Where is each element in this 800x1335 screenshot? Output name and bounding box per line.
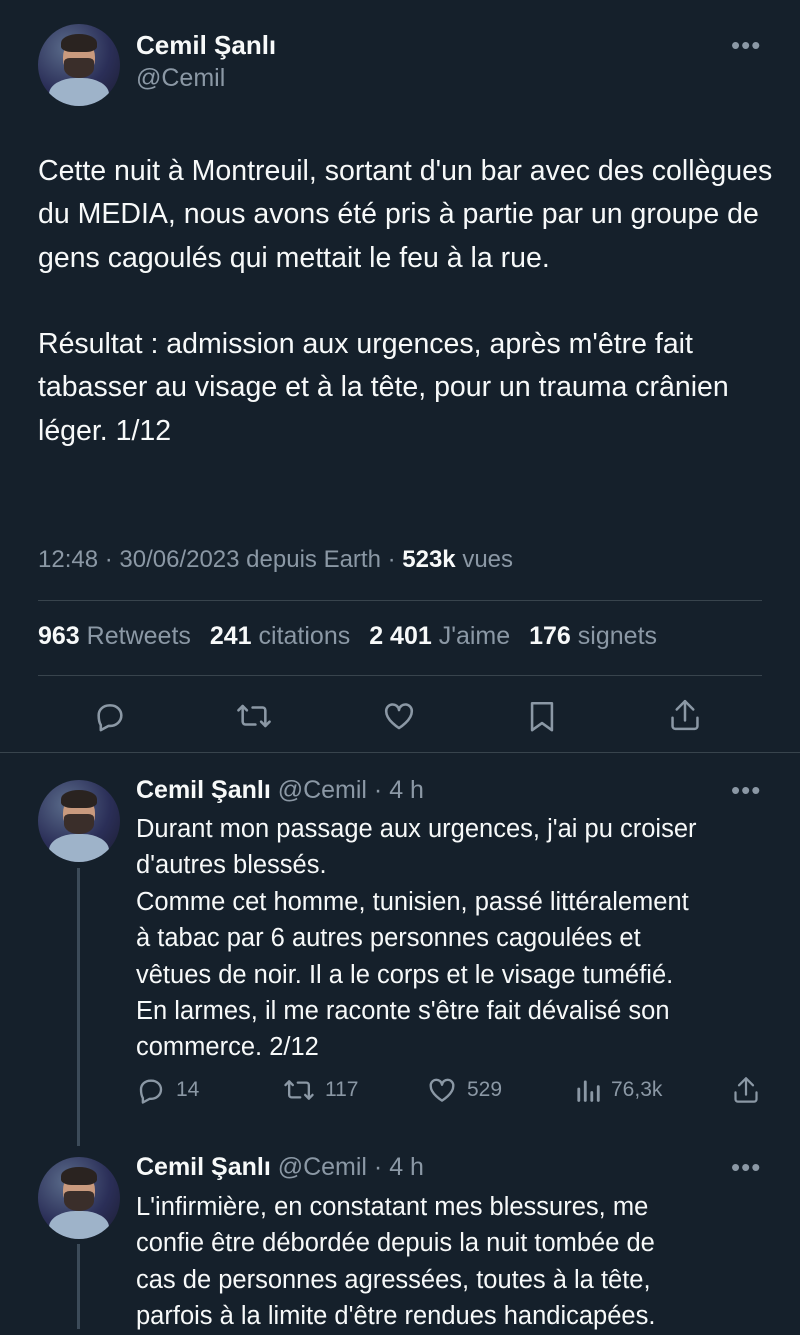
thread-line	[77, 868, 80, 1146]
more-options-icon[interactable]: •••	[731, 1154, 761, 1180]
thread-line	[77, 1244, 80, 1329]
views-label: vues	[455, 546, 514, 573]
reply-text: L'infirmière, en constatant mes blessure…	[136, 1189, 655, 1335]
text-line: cas de personnes agressées, toutes à la …	[136, 1265, 651, 1294]
text-line: En larmes, il me raconte s'être fait dév…	[136, 997, 670, 1026]
share-icon[interactable]	[668, 697, 702, 733]
author-name[interactable]: Cemil Şanlı	[136, 776, 271, 804]
reply-meta: @Cemil · 4 h	[277, 776, 424, 804]
tweet-text-paragraph-2: Résultat : admission aux urgences, après…	[38, 328, 729, 447]
reply-icon[interactable]	[93, 699, 127, 733]
text-line: à tabac par 6 autres personnes cagoulées…	[136, 924, 641, 953]
avatar[interactable]	[38, 780, 120, 862]
views-count: 523k	[402, 546, 456, 573]
reply-header: Cemil Şanlı @Cemil · 4 h	[136, 776, 424, 805]
text-line: parfois à la limite d'être rendues handi…	[136, 1302, 656, 1331]
view-count[interactable]: 76,3k	[575, 1075, 662, 1105]
heart-icon[interactable]	[382, 699, 416, 733]
author-handle[interactable]: @Cemil	[136, 64, 225, 93]
retweet-icon[interactable]	[235, 699, 273, 733]
avatar[interactable]	[38, 24, 120, 106]
views-icon	[575, 1075, 601, 1105]
quotes-stat[interactable]: 241 citations	[210, 622, 350, 650]
heart-icon	[427, 1075, 457, 1105]
more-options-icon[interactable]: •••	[731, 777, 761, 803]
engagement-stats: 963 Retweets 241 citations 2 401 J'aime …	[38, 622, 657, 651]
reply-meta: @Cemil · 4 h	[277, 1153, 424, 1181]
reply-icon	[136, 1075, 166, 1105]
text-line: vêtues de noir. Il a le corps et le visa…	[136, 960, 674, 989]
retweet-icon	[283, 1075, 315, 1105]
reply-header: Cemil Şanlı @Cemil · 4 h	[136, 1153, 424, 1182]
text-line: Comme cet homme, tunisien, passé littéra…	[136, 887, 689, 916]
tweet-timestamp[interactable]: 12:48 · 30/06/2023 depuis Earth ·	[38, 546, 402, 573]
text-line: Durant mon passage aux urgences, j'ai pu…	[136, 815, 697, 843]
bookmarks-stat[interactable]: 176 signets	[529, 622, 657, 650]
text-line: commerce. 2/12	[136, 1033, 319, 1062]
like-count[interactable]: 529	[427, 1075, 502, 1105]
likes-stat[interactable]: 2 401 J'aime	[369, 622, 510, 650]
avatar[interactable]	[38, 1157, 120, 1239]
more-options-icon[interactable]: •••	[731, 32, 761, 58]
tweet-meta: 12:48 · 30/06/2023 depuis Earth · 523k v…	[38, 546, 513, 574]
divider	[38, 600, 762, 601]
text-line: confie être débordée depuis la nuit tomb…	[136, 1229, 655, 1258]
retweet-count[interactable]: 117	[283, 1075, 358, 1105]
retweets-stat[interactable]: 963 Retweets	[38, 622, 191, 650]
author-name[interactable]: Cemil Şanlı	[136, 1153, 271, 1181]
divider	[38, 675, 762, 676]
text-line: L'infirmière, en constatant mes blessure…	[136, 1193, 649, 1221]
share-icon[interactable]	[732, 1074, 760, 1106]
divider	[0, 752, 800, 753]
author-name[interactable]: Cemil Şanlı	[136, 30, 276, 61]
reply-count[interactable]: 14	[136, 1075, 199, 1105]
reply-text: Durant mon passage aux urgences, j'ai pu…	[136, 811, 697, 1066]
text-line: d'autres blessés.	[136, 851, 327, 880]
tweet-text-paragraph-1: Cette nuit à Montreuil, sortant d'un bar…	[38, 155, 773, 274]
bookmark-icon[interactable]	[526, 699, 558, 733]
tweet-text: Cette nuit à Montreuil, sortant d'un bar…	[38, 150, 773, 453]
